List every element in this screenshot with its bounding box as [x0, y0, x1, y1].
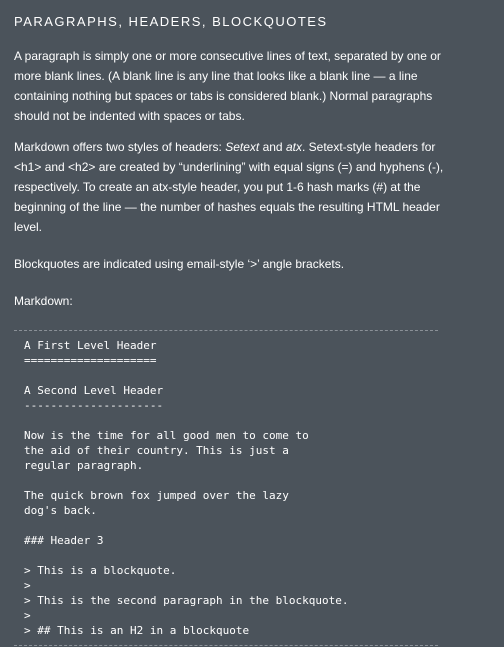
code-line: the aid of their country. This is just a	[24, 444, 289, 457]
paragraph-headers-text-1: Markdown offers two styles of headers:	[14, 140, 226, 154]
code-line: >	[24, 579, 31, 592]
code-line: > This is the second paragraph in the bl…	[24, 594, 349, 607]
code-line: >	[24, 609, 31, 622]
code-line: ---------------------	[24, 399, 164, 412]
setext-term: Setext	[225, 140, 260, 154]
atx-term: atx	[285, 140, 302, 154]
code-line: Now is the time for all good men to come…	[24, 429, 309, 442]
code-line: A Second Level Header	[24, 384, 164, 397]
markdown-code-block: A First Level Header ===================…	[14, 330, 438, 646]
code-line: dog's back.	[24, 504, 97, 517]
code-line: The quick brown fox jumped over the lazy	[24, 489, 289, 502]
code-line: ### Header 3	[24, 534, 104, 547]
code-line: regular paragraph.	[24, 459, 144, 472]
code-line: A First Level Header	[24, 339, 157, 352]
paragraph-intro: A paragraph is simply one or more consec…	[14, 49, 441, 123]
section-title: PARAGRAPHS, HEADERS, BLOCKQUOTES	[14, 14, 328, 29]
markdown-label: Markdown:	[14, 294, 73, 308]
paragraph-blockquotes: Blockquotes are indicated using email-st…	[14, 257, 345, 271]
code-line: > This is a blockquote.	[24, 564, 177, 577]
code-line: ====================	[24, 354, 157, 367]
paragraph-headers: Markdown offers two styles of headers: S…	[14, 137, 444, 237]
paragraph-headers-text-3: . Setext-style headers for <h1> and <h2>…	[14, 140, 444, 234]
code-line: > ## This is an H2 in a blockquote	[24, 624, 250, 637]
paragraph-headers-text-2: and	[259, 140, 286, 154]
